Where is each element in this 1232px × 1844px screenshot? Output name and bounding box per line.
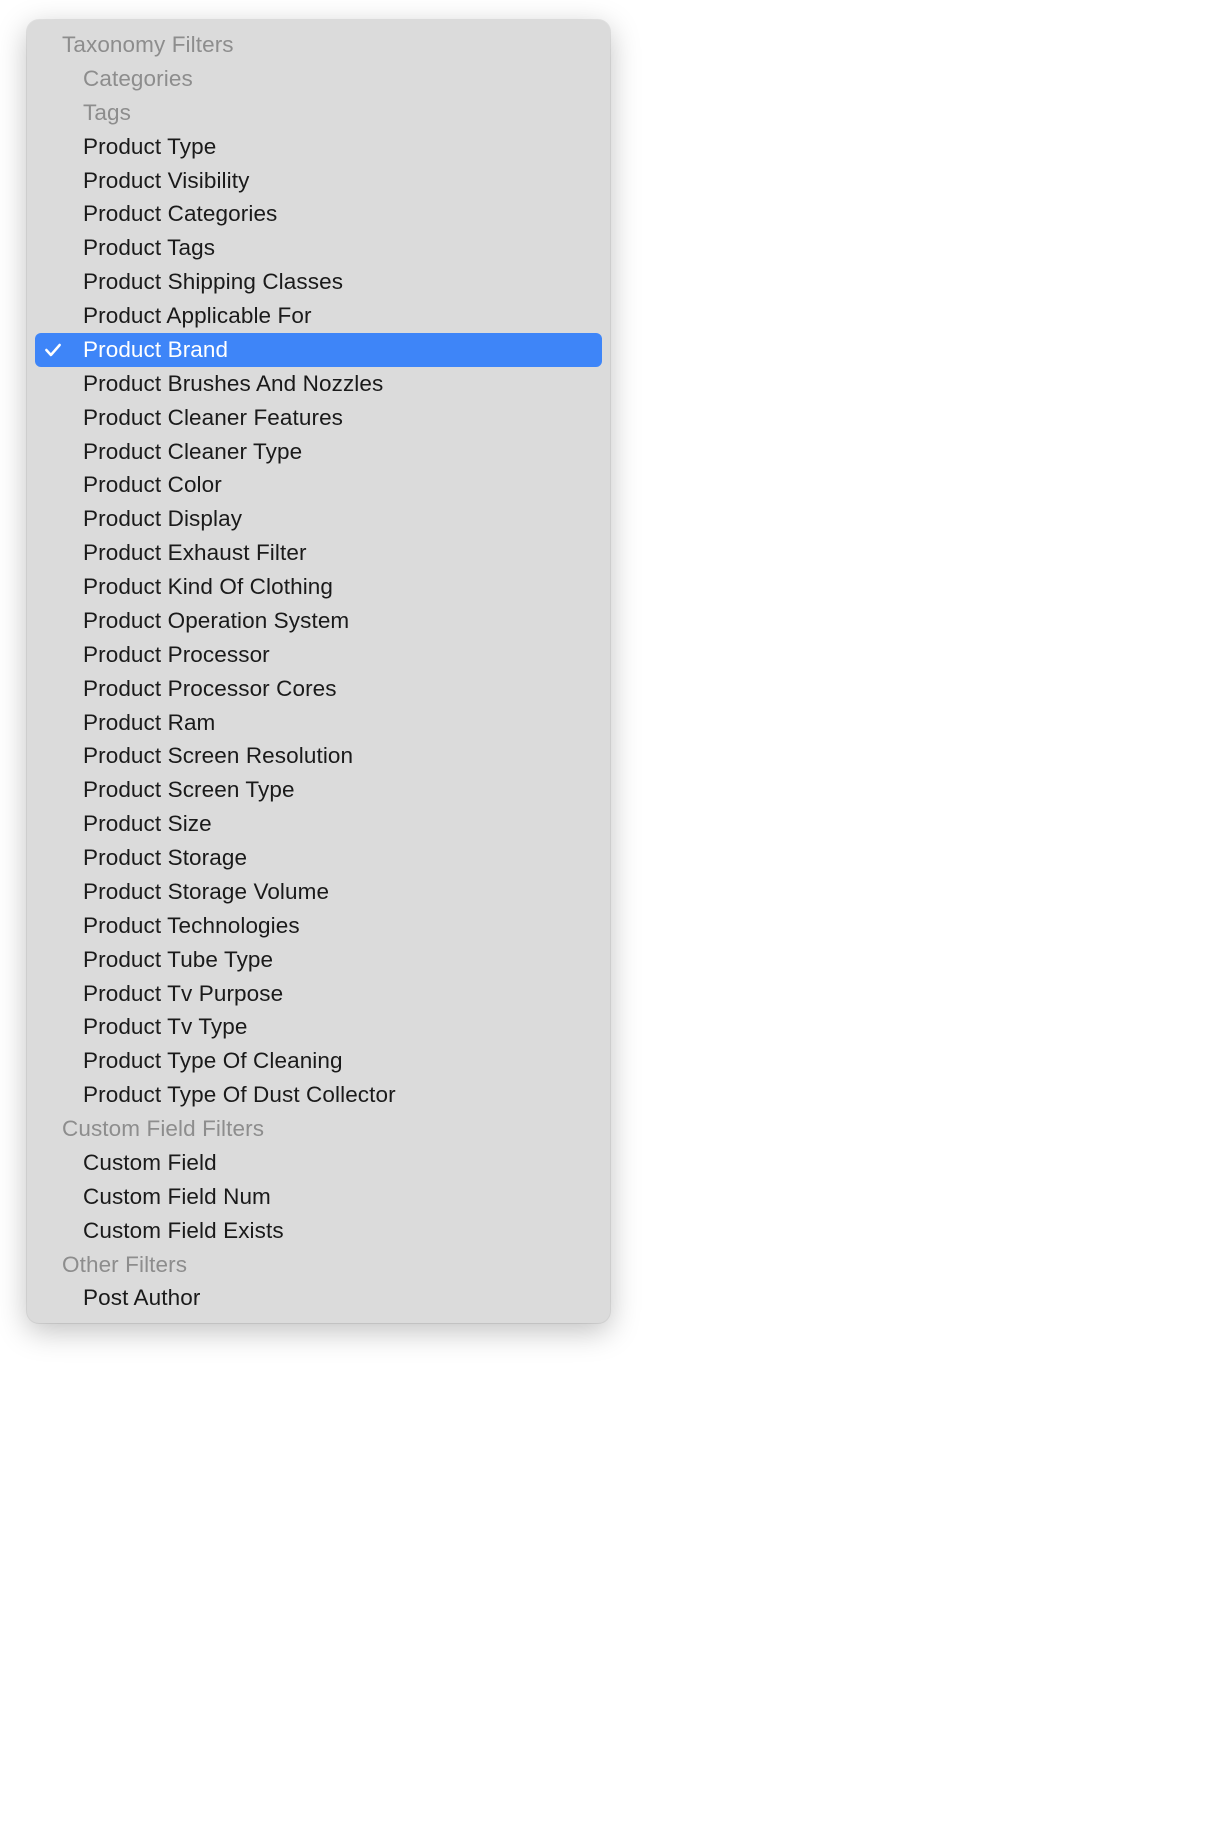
menu-item-label: Product Applicable For <box>83 303 602 329</box>
menu-item-label: Product Screen Resolution <box>83 743 602 769</box>
menu-item[interactable]: Post Author <box>35 1281 602 1315</box>
menu-item-label: Product Cleaner Features <box>83 405 602 431</box>
menu-item[interactable]: Product Applicable For <box>35 299 602 333</box>
menu-item-label: Product Processor <box>83 642 602 668</box>
menu-item-label: Product Tv Purpose <box>83 981 602 1007</box>
dropdown-menu[interactable]: Taxonomy Filters Categories Tags Product Ty… <box>27 20 610 1323</box>
menu-item[interactable]: Product Tv Type <box>35 1010 602 1044</box>
menu-item-label: Product Operation System <box>83 608 602 634</box>
menu-item-label: Post Author <box>83 1285 602 1311</box>
menu-item-label: Product Processor Cores <box>83 676 602 702</box>
menu-item[interactable]: Product Screen Resolution <box>35 739 602 773</box>
menu-item[interactable]: Product Visibility <box>35 164 602 198</box>
menu-item[interactable]: Product Type Of Dust Collector <box>35 1078 602 1112</box>
menu-item-label: Custom Field <box>83 1150 602 1176</box>
menu-item-label: Tags <box>83 100 602 126</box>
menu-item[interactable]: Custom Field <box>35 1146 602 1180</box>
menu-item-label: Product Shipping Classes <box>83 269 602 295</box>
menu-section-header: Taxonomy Filters <box>35 28 602 62</box>
menu-item[interactable]: Product Screen Type <box>35 773 602 807</box>
menu-item-label: Custom Field Num <box>83 1184 602 1210</box>
menu-item[interactable]: Product Cleaner Type <box>35 435 602 469</box>
menu-item[interactable]: Product Processor <box>35 638 602 672</box>
menu-item[interactable]: Product Brushes And Nozzles <box>35 367 602 401</box>
menu-item-label: Product Type Of Dust Collector <box>83 1082 602 1108</box>
menu-item-label: Product Display <box>83 506 602 532</box>
menu-item[interactable]: Product Storage Volume <box>35 875 602 909</box>
menu-item[interactable]: Product Operation System <box>35 604 602 638</box>
menu-section-header: Other Filters <box>35 1248 602 1282</box>
menu-item[interactable]: Product Ram <box>35 706 602 740</box>
menu-item-label: Product Brushes And Nozzles <box>83 371 602 397</box>
menu-item[interactable]: Product Size <box>35 807 602 841</box>
menu-item[interactable]: Product Shipping Classes <box>35 265 602 299</box>
menu-item[interactable]: Product Brand <box>35 333 602 367</box>
menu-item[interactable]: Product Storage <box>35 841 602 875</box>
checkmark-icon <box>35 340 83 360</box>
menu-item-label: Product Color <box>83 472 602 498</box>
menu-item[interactable]: Product Technologies <box>35 909 602 943</box>
menu-item-label: Product Categories <box>83 201 602 227</box>
menu-item-label: Product Exhaust Filter <box>83 540 602 566</box>
menu-item-label: Product Storage Volume <box>83 879 602 905</box>
menu-item-label: Product Tube Type <box>83 947 602 973</box>
menu-section-title: Custom Field Filters <box>62 1116 264 1141</box>
menu-item-label: Product Storage <box>83 845 602 871</box>
menu-item-label: Product Size <box>83 811 602 837</box>
menu-section-title: Other Filters <box>62 1252 187 1277</box>
menu-item-label: Product Type Of Cleaning <box>83 1048 602 1074</box>
menu-item: Categories <box>35 62 602 96</box>
menu-item[interactable]: Product Type <box>35 130 602 164</box>
menu-item-label: Product Ram <box>83 710 602 736</box>
menu-item[interactable]: Custom Field Num <box>35 1180 602 1214</box>
menu-section-header: Custom Field Filters <box>35 1112 602 1146</box>
menu-item[interactable]: Product Categories <box>35 197 602 231</box>
menu-item[interactable]: Product Type Of Cleaning <box>35 1044 602 1078</box>
menu-item[interactable]: Product Kind Of Clothing <box>35 570 602 604</box>
menu-item-label: Categories <box>83 66 602 92</box>
menu-item-label: Product Screen Type <box>83 777 602 803</box>
menu-item[interactable]: Custom Field Exists <box>35 1214 602 1248</box>
menu-item-label: Product Cleaner Type <box>83 439 602 465</box>
menu-item-label: Product Tv Type <box>83 1014 602 1040</box>
menu-item[interactable]: Product Cleaner Features <box>35 401 602 435</box>
menu-item[interactable]: Product Color <box>35 468 602 502</box>
menu-item-label: Product Tags <box>83 235 602 261</box>
menu-item: Tags <box>35 96 602 130</box>
menu-item[interactable]: Product Tv Purpose <box>35 977 602 1011</box>
menu-item[interactable]: Product Tube Type <box>35 943 602 977</box>
menu-item-label: Product Kind Of Clothing <box>83 574 602 600</box>
menu-item[interactable]: Product Processor Cores <box>35 672 602 706</box>
menu-item-label: Product Brand <box>83 337 602 363</box>
menu-section-title: Taxonomy Filters <box>62 32 234 57</box>
menu-item-label: Product Type <box>83 134 602 160</box>
menu-item-label: Product Technologies <box>83 913 602 939</box>
menu-item[interactable]: Product Display <box>35 502 602 536</box>
menu-item-label: Custom Field Exists <box>83 1218 602 1244</box>
menu-item[interactable]: Product Tags <box>35 231 602 265</box>
menu-item[interactable]: Product Exhaust Filter <box>35 536 602 570</box>
menu-item-label: Product Visibility <box>83 168 602 194</box>
